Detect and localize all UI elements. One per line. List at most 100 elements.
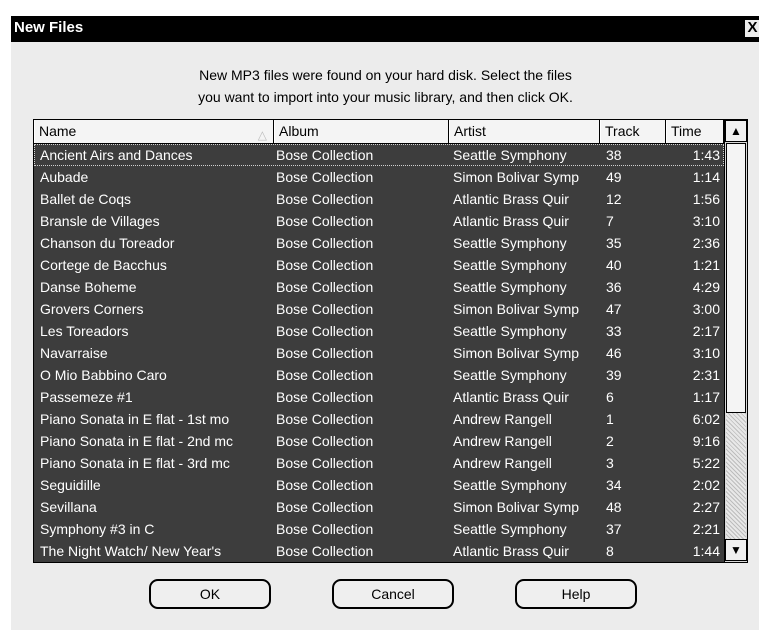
cell-time: 2:31 — [692, 367, 720, 383]
column-header-name[interactable]: Name △ — [34, 120, 274, 143]
cell-time: 1:17 — [692, 389, 720, 405]
vertical-scrollbar[interactable]: ▲ ▼ — [724, 120, 747, 562]
cell-album: Bose Collection — [276, 169, 374, 185]
help-button[interactable]: Help — [515, 579, 637, 609]
cell-artist: Andrew Rangell — [453, 433, 552, 449]
cell-time: 2:21 — [692, 521, 720, 537]
cell-artist: Simon Bolivar Symp — [453, 499, 580, 515]
column-header-album[interactable]: Album — [274, 120, 449, 143]
cell-name: Bransle de Villages — [40, 213, 160, 229]
cell-track: 2 — [606, 433, 614, 449]
cell-artist: Atlantic Brass Quir — [453, 543, 569, 559]
table-row[interactable]: Piano Sonata in E flat - 1st mo Bose Coll… — [34, 408, 724, 430]
cell-track: 1 — [606, 411, 614, 427]
cell-artist: Seattle Symphony — [453, 257, 567, 273]
cell-track: 36 — [606, 279, 622, 295]
cell-album: Bose Collection — [276, 279, 374, 295]
cell-time: 2:27 — [692, 499, 720, 515]
cell-track: 48 — [606, 499, 622, 515]
table-row[interactable]: Chanson du Toreador Bose Collection Seattl… — [34, 232, 724, 254]
table-row[interactable]: Cortege de Bacchus Bose Collection Seattle… — [34, 254, 724, 276]
cell-artist: Seattle Symphony — [453, 147, 567, 163]
column-header-track[interactable]: Track — [600, 120, 666, 143]
files-list[interactable]: Name △ Album Artist Track Time Ancient A… — [33, 119, 748, 563]
cell-name: Symphony #3 in C — [40, 521, 155, 537]
table-row[interactable]: Navarraise Bose Collection Simon Bolivar S… — [34, 342, 724, 364]
new-files-dialog: New Files X New MP3 files were found on … — [10, 16, 759, 630]
table-row[interactable]: Bransle de Villages Bose Collection Atlant… — [34, 210, 724, 232]
cell-album: Bose Collection — [276, 345, 374, 361]
table-row[interactable]: Ancient Airs and Dances Bose Collection Se… — [34, 144, 724, 166]
cell-album: Bose Collection — [276, 499, 374, 515]
instruction-message: New MP3 files were found on your hard di… — [11, 64, 759, 108]
cell-time: 1:14 — [692, 169, 720, 185]
cell-album: Bose Collection — [276, 389, 374, 405]
cell-album: Bose Collection — [276, 257, 374, 273]
table-row[interactable]: Passemeze #1 Bose Collection Atlantic Bras… — [34, 386, 724, 408]
cell-artist: Atlantic Brass Quir — [453, 389, 569, 405]
cell-album: Bose Collection — [276, 411, 374, 427]
table-row[interactable]: Piano Sonata in E flat - 2nd mc Bose Coll… — [34, 430, 724, 452]
table-row[interactable]: Grovers Corners Bose Collection Simon Boli… — [34, 298, 724, 320]
cell-name: Cortege de Bacchus — [40, 257, 167, 273]
cell-album: Bose Collection — [276, 367, 374, 383]
cell-album: Bose Collection — [276, 433, 374, 449]
cell-album: Bose Collection — [276, 235, 374, 251]
cell-time: 1:21 — [692, 257, 720, 273]
table-row[interactable]: Aubade Bose Collection Simon Bolivar Symp 4… — [34, 166, 724, 188]
table-row[interactable]: The Night Watch/ New Year's Bose Collecti… — [34, 540, 724, 562]
cell-track: 38 — [606, 147, 622, 163]
table-row[interactable]: O Mio Babbino Caro Bose Collection Seattle… — [34, 364, 724, 386]
cell-time: 2:02 — [692, 477, 720, 493]
cell-name: Seguidille — [40, 477, 101, 493]
scroll-track[interactable] — [726, 413, 746, 539]
table-row[interactable]: Symphony #3 in C Bose Collection Seattle S… — [34, 518, 724, 540]
title-bar[interactable]: New Files X — [11, 16, 759, 42]
cell-name: Aubade — [40, 169, 89, 185]
cell-time: 3:10 — [692, 213, 720, 229]
table-row[interactable]: Seguidille Bose Collection Seattle Symphon… — [34, 474, 724, 496]
table-row[interactable]: Les Toreadors Bose Collection Seattle Symp… — [34, 320, 724, 342]
cell-name: O Mio Babbino Caro — [40, 367, 167, 383]
cell-track: 3 — [606, 455, 614, 471]
close-icon[interactable]: X — [744, 19, 759, 38]
cell-track: 35 — [606, 235, 622, 251]
arrow-down-icon[interactable]: ▼ — [725, 539, 747, 561]
cell-album: Bose Collection — [276, 213, 374, 229]
arrow-up-icon[interactable]: ▲ — [725, 120, 747, 142]
cell-artist: Seattle Symphony — [453, 521, 567, 537]
cell-album: Bose Collection — [276, 323, 374, 339]
cell-artist: Simon Bolivar Symp — [453, 301, 580, 317]
cell-track: 12 — [606, 191, 622, 207]
scroll-thumb[interactable] — [726, 143, 746, 413]
ok-button[interactable]: OK — [149, 579, 271, 609]
cell-name: Les Toreadors — [40, 323, 129, 339]
cell-artist: Andrew Rangell — [453, 411, 552, 427]
cell-name: Passemeze #1 — [40, 389, 133, 405]
column-header-artist[interactable]: Artist — [449, 120, 600, 143]
message-line-2: you want to import into your music libra… — [198, 89, 573, 105]
table-row[interactable]: Danse Boheme Bose Collection Seattle Symph… — [34, 276, 724, 298]
cell-track: 34 — [606, 477, 622, 493]
cell-album: Bose Collection — [276, 521, 374, 537]
cell-track: 39 — [606, 367, 622, 383]
cell-time: 6:02 — [692, 411, 720, 427]
column-header-time[interactable]: Time — [666, 120, 724, 143]
cell-name: Chanson du Toreador — [40, 235, 175, 251]
cell-artist: Simon Bolivar Symp — [453, 345, 580, 361]
cell-name: Piano Sonata in E flat - 1st mo — [40, 411, 230, 427]
table-row[interactable]: Piano Sonata in E flat - 3rd mc Bose Coll… — [34, 452, 724, 474]
table-row[interactable]: Sevillana Bose Collection Simon Bolivar Sy… — [34, 496, 724, 518]
cell-track: 6 — [606, 389, 614, 405]
cancel-button[interactable]: Cancel — [332, 579, 454, 609]
cell-name: Ancient Airs and Dances — [40, 147, 193, 163]
cell-artist: Atlantic Brass Quir — [453, 191, 569, 207]
table-row[interactable]: Ballet de Coqs Bose Collection Atlantic Br… — [34, 188, 724, 210]
cell-name: Piano Sonata in E flat - 2nd mc — [40, 433, 233, 449]
cell-time: 1:56 — [692, 191, 720, 207]
cell-artist: Atlantic Brass Quir — [453, 213, 569, 229]
cell-artist: Andrew Rangell — [453, 455, 552, 471]
list-rows: Ancient Airs and Dances Bose Collection Se… — [34, 144, 724, 562]
cell-name: Ballet de Coqs — [40, 191, 132, 207]
cell-artist: Seattle Symphony — [453, 477, 567, 493]
